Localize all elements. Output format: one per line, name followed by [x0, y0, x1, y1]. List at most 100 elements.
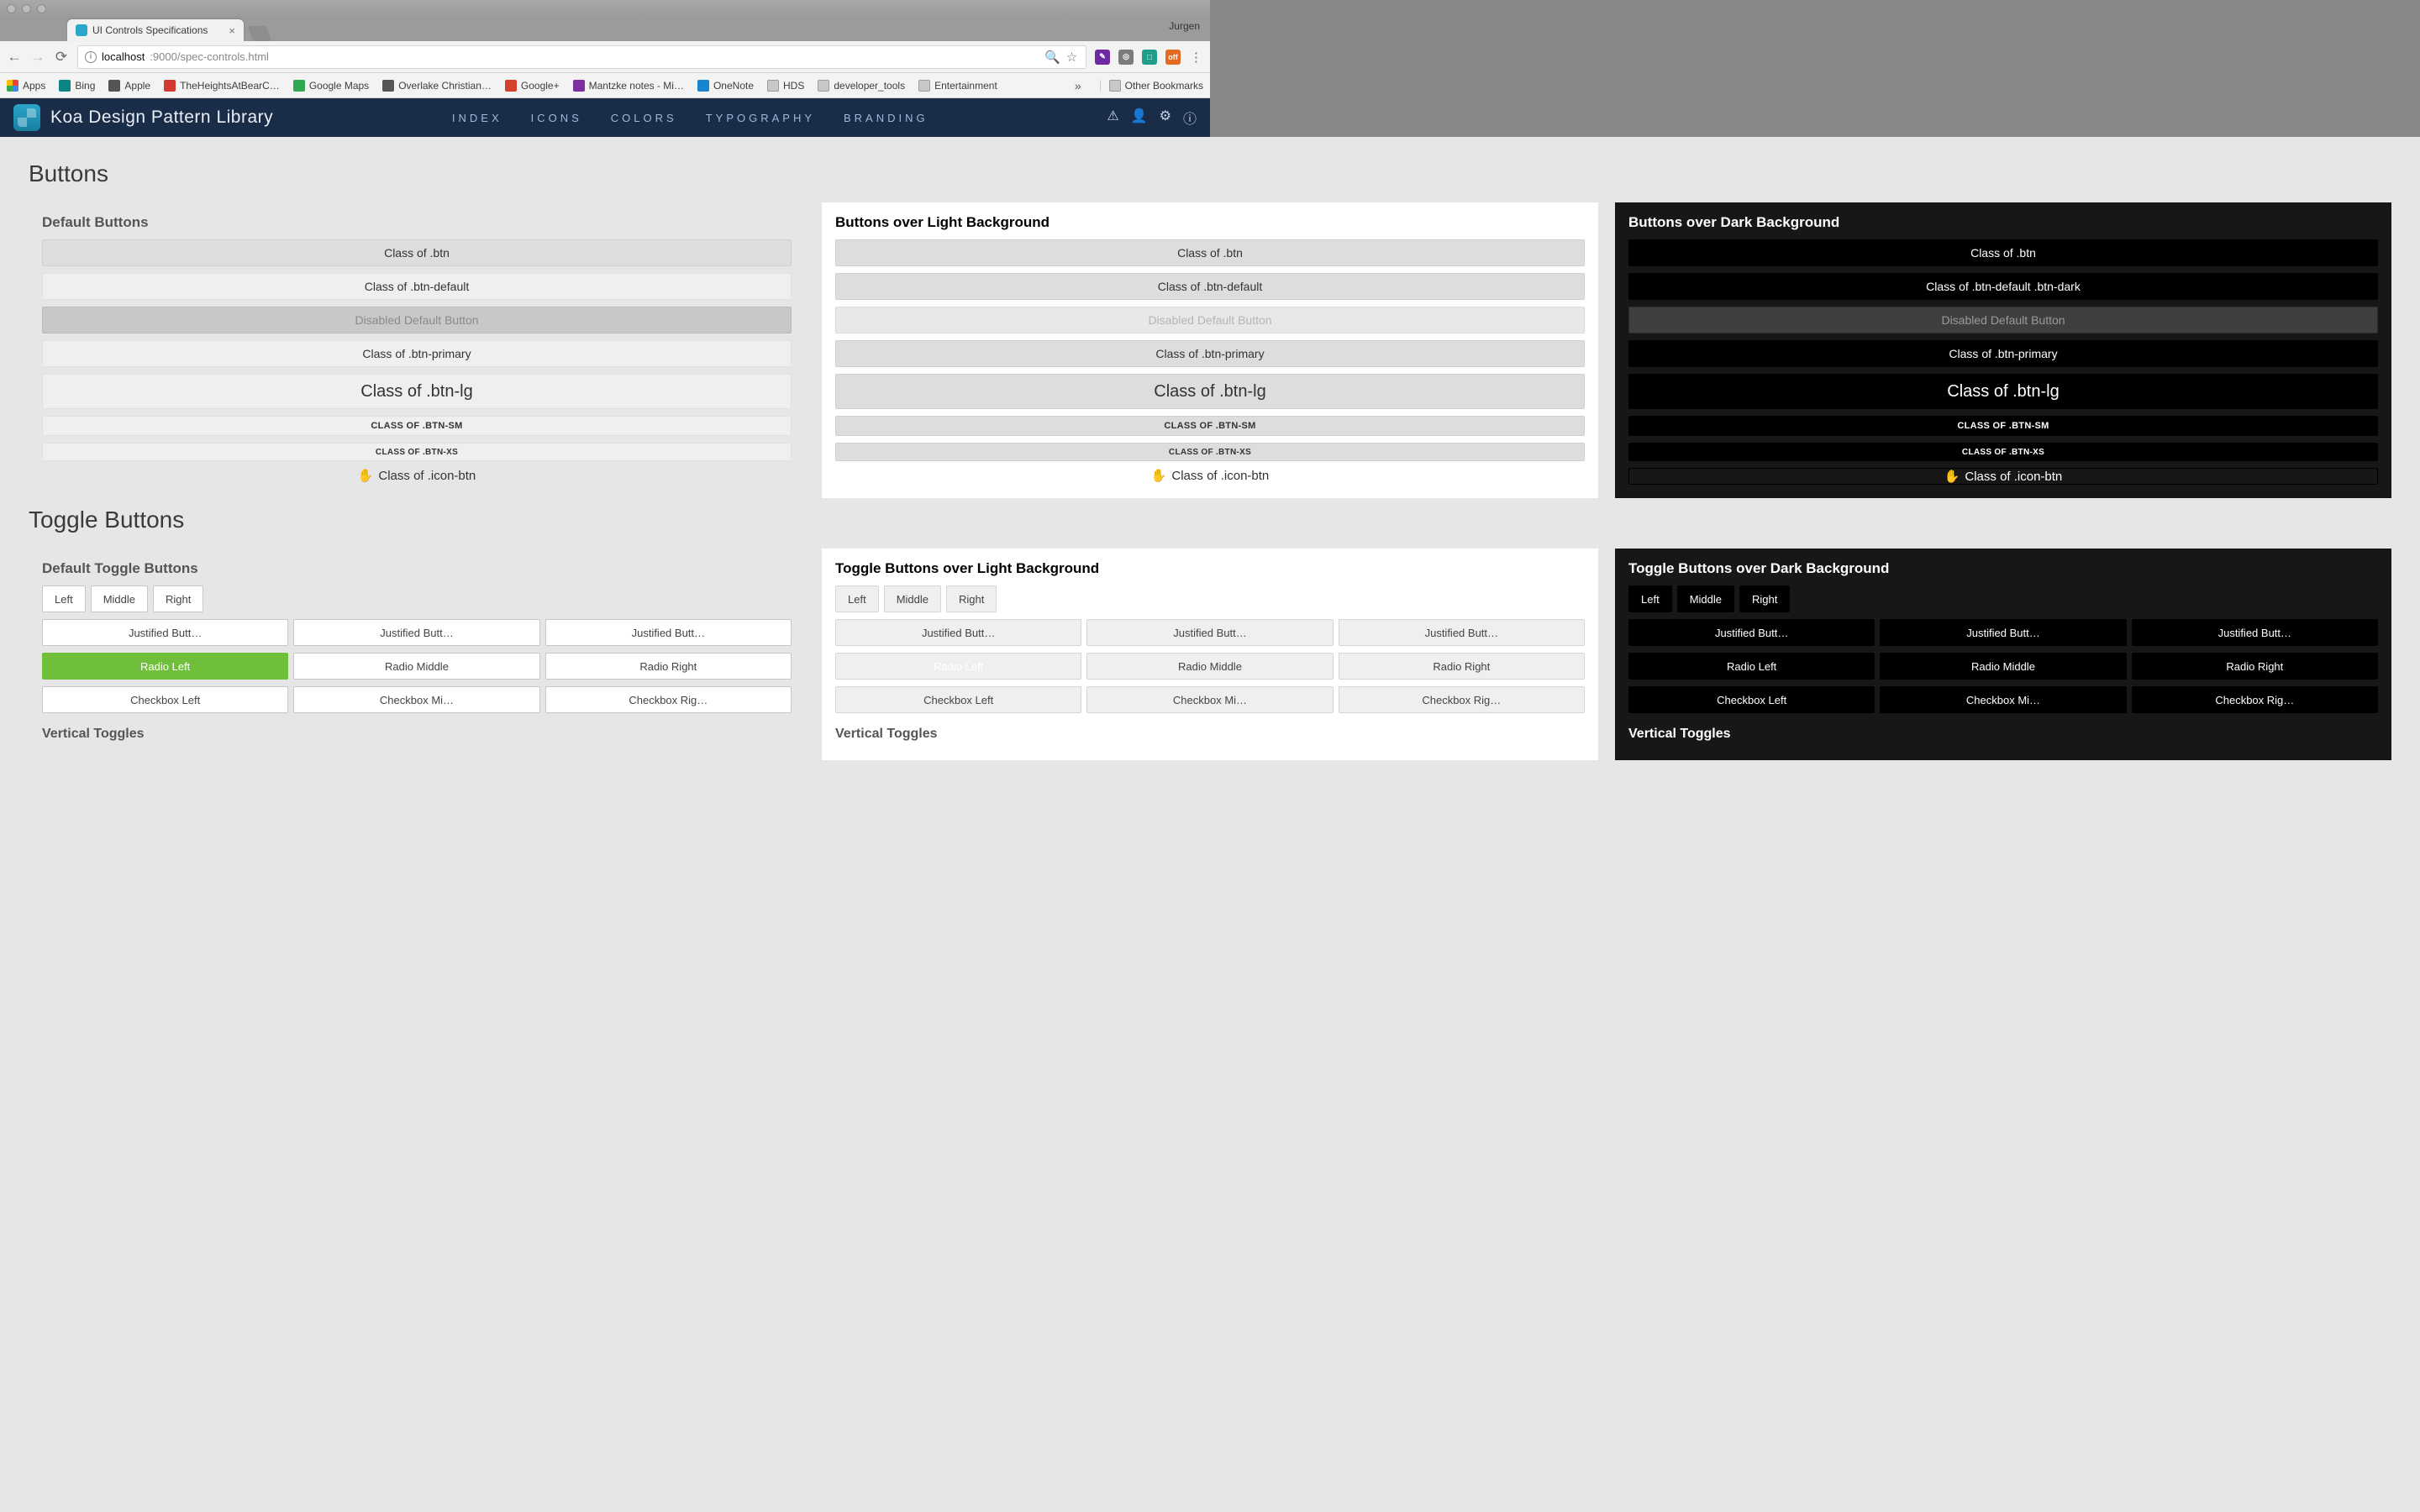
btn-lg[interactable]: Class of .btn-lg — [42, 374, 792, 409]
btn-xs[interactable]: CLASS OF .BTN-XS — [42, 443, 792, 461]
bookmark-item[interactable]: TheHeightsAtBearC… — [164, 80, 280, 92]
checkbox-right[interactable]: Checkbox Rig… — [545, 686, 792, 713]
toggle-left[interactable]: Left — [835, 585, 879, 612]
minimize-window-icon[interactable] — [22, 4, 31, 13]
extension-icon[interactable]: ◎ — [1118, 50, 1134, 65]
btn-icon[interactable]: ✋Class of .icon-btn — [835, 468, 1585, 483]
toggle-justified-item[interactable]: Justified Butt… — [1880, 619, 2126, 646]
radio-left[interactable]: Radio Left — [835, 653, 1081, 680]
app-brand[interactable]: Koa Design Pattern Library — [50, 108, 273, 128]
user-icon[interactable]: 👤 — [1131, 108, 1148, 128]
btn-sm[interactable]: CLASS OF .BTN-SM — [835, 416, 1585, 436]
close-window-icon[interactable] — [7, 4, 16, 13]
nav-link-colors[interactable]: COLORS — [611, 112, 677, 124]
toggle-middle[interactable]: Middle — [1677, 585, 1734, 612]
toggle-justified-item[interactable]: Justified Butt… — [293, 619, 539, 646]
toggle-justified-item[interactable]: Justified Butt… — [1086, 619, 1333, 646]
btn-lg[interactable]: Class of .btn-lg — [835, 374, 1585, 409]
alert-icon[interactable]: ⚠ — [1107, 108, 1118, 128]
radio-middle[interactable]: Radio Middle — [293, 653, 539, 680]
bookmark-item[interactable]: Apple — [108, 80, 150, 92]
tab-close-icon[interactable]: × — [229, 24, 235, 37]
checkbox-right[interactable]: Checkbox Rig… — [2132, 686, 2378, 713]
app-logo-icon[interactable] — [13, 104, 40, 131]
bookmark-item[interactable]: Google Maps — [293, 80, 369, 92]
btn-sm[interactable]: CLASS OF .BTN-SM — [1628, 416, 2378, 436]
radio-middle[interactable]: Radio Middle — [1086, 653, 1333, 680]
bookmarks-overflow-icon[interactable]: » — [1075, 79, 1086, 92]
toggle-middle[interactable]: Middle — [91, 585, 148, 612]
nav-link-typography[interactable]: TYPOGRAPHY — [706, 112, 815, 124]
btn-default[interactable]: Class of .btn-default — [835, 273, 1585, 300]
btn-icon[interactable]: ✋Class of .icon-btn — [42, 468, 792, 483]
radio-right[interactable]: Radio Right — [545, 653, 792, 680]
bookmark-apps[interactable]: Apps — [7, 80, 45, 92]
bookmark-star-icon[interactable]: ☆ — [1065, 50, 1079, 64]
extension-icon[interactable]: ✎ — [1095, 50, 1110, 65]
radio-left[interactable]: Radio Left — [42, 653, 288, 680]
toggle-justified-item[interactable]: Justified Butt… — [1628, 619, 1875, 646]
toggle-justified-item[interactable]: Justified Butt… — [545, 619, 792, 646]
new-tab-button[interactable] — [248, 26, 272, 41]
btn-primary[interactable]: Class of .btn-primary — [42, 340, 792, 367]
reload-button[interactable]: ⟳ — [54, 50, 69, 65]
bookmark-item[interactable]: OneNote — [697, 80, 754, 92]
toggle-left[interactable]: Left — [42, 585, 86, 612]
btn-lg[interactable]: Class of .btn-lg — [1628, 374, 2378, 409]
btn-primary[interactable]: Class of .btn-primary — [1628, 340, 2378, 367]
toggle-right[interactable]: Right — [1739, 585, 1790, 612]
checkbox-left[interactable]: Checkbox Left — [835, 686, 1081, 713]
radio-right[interactable]: Radio Right — [2132, 653, 2378, 680]
toggle-right[interactable]: Right — [946, 585, 997, 612]
bookmark-item[interactable]: Mantzke notes - Mi… — [573, 80, 684, 92]
info-icon[interactable]: ⓘ — [1183, 108, 1197, 128]
checkbox-middle[interactable]: Checkbox Mi… — [1086, 686, 1333, 713]
checkbox-middle[interactable]: Checkbox Mi… — [293, 686, 539, 713]
nav-link-branding[interactable]: BRANDING — [844, 112, 929, 124]
other-bookmarks[interactable]: Other Bookmarks — [1100, 80, 1203, 92]
btn-xs[interactable]: CLASS OF .BTN-XS — [1628, 443, 2378, 461]
radio-left[interactable]: Radio Left — [1628, 653, 1875, 680]
btn-default[interactable]: Class of .btn-default .btn-dark — [1628, 273, 2378, 300]
btn-base[interactable]: Class of .btn — [42, 239, 792, 266]
checkbox-left[interactable]: Checkbox Left — [42, 686, 288, 713]
toggle-right[interactable]: Right — [153, 585, 203, 612]
radio-right[interactable]: Radio Right — [1339, 653, 1585, 680]
maximize-window-icon[interactable] — [37, 4, 46, 13]
nav-link-index[interactable]: INDEX — [452, 112, 502, 124]
bookmark-item[interactable]: Bing — [59, 80, 95, 92]
btn-primary[interactable]: Class of .btn-primary — [835, 340, 1585, 367]
extension-icon[interactable]: □ — [1142, 50, 1157, 65]
toggle-justified-item[interactable]: Justified Butt… — [1339, 619, 1585, 646]
browser-menu-icon[interactable]: ⋮ — [1189, 50, 1203, 64]
zoom-icon[interactable]: 🔍 — [1045, 50, 1060, 64]
browser-tab-active[interactable]: UI Controls Specifications × — [67, 19, 244, 41]
site-info-icon[interactable]: i — [85, 51, 97, 63]
toggle-left[interactable]: Left — [1628, 585, 1672, 612]
btn-sm[interactable]: CLASS OF .BTN-SM — [42, 416, 792, 436]
checkbox-middle[interactable]: Checkbox Mi… — [1880, 686, 2126, 713]
back-button[interactable]: ← — [7, 50, 22, 65]
btn-default[interactable]: Class of .btn-default — [42, 273, 792, 300]
checkbox-right[interactable]: Checkbox Rig… — [1339, 686, 1585, 713]
browser-profile-name[interactable]: Jurgen — [1169, 20, 1200, 32]
bookmark-item[interactable]: Overlake Christian… — [382, 80, 492, 92]
gear-icon[interactable]: ⚙ — [1160, 108, 1171, 128]
radio-middle[interactable]: Radio Middle — [1880, 653, 2126, 680]
toggle-justified-item[interactable]: Justified Butt… — [2132, 619, 2378, 646]
address-bar[interactable]: i localhost:9000/spec-controls.html 🔍 ☆ — [77, 45, 1086, 69]
btn-xs[interactable]: CLASS OF .BTN-XS — [835, 443, 1585, 461]
bookmark-item[interactable]: Google+ — [505, 80, 560, 92]
extension-icon[interactable]: off — [1165, 50, 1181, 65]
toggle-middle[interactable]: Middle — [884, 585, 941, 612]
bookmark-folder[interactable]: developer_tools — [818, 80, 905, 92]
toggle-justified-item[interactable]: Justified Butt… — [835, 619, 1081, 646]
bookmark-folder[interactable]: Entertainment — [918, 80, 997, 92]
btn-base[interactable]: Class of .btn — [1628, 239, 2378, 266]
btn-base[interactable]: Class of .btn — [835, 239, 1585, 266]
toggle-justified-item[interactable]: Justified Butt… — [42, 619, 288, 646]
checkbox-left[interactable]: Checkbox Left — [1628, 686, 1875, 713]
btn-icon[interactable]: ✋Class of .icon-btn — [1628, 468, 2378, 485]
nav-link-icons[interactable]: ICONS — [531, 112, 582, 124]
bookmark-folder[interactable]: HDS — [767, 80, 804, 92]
